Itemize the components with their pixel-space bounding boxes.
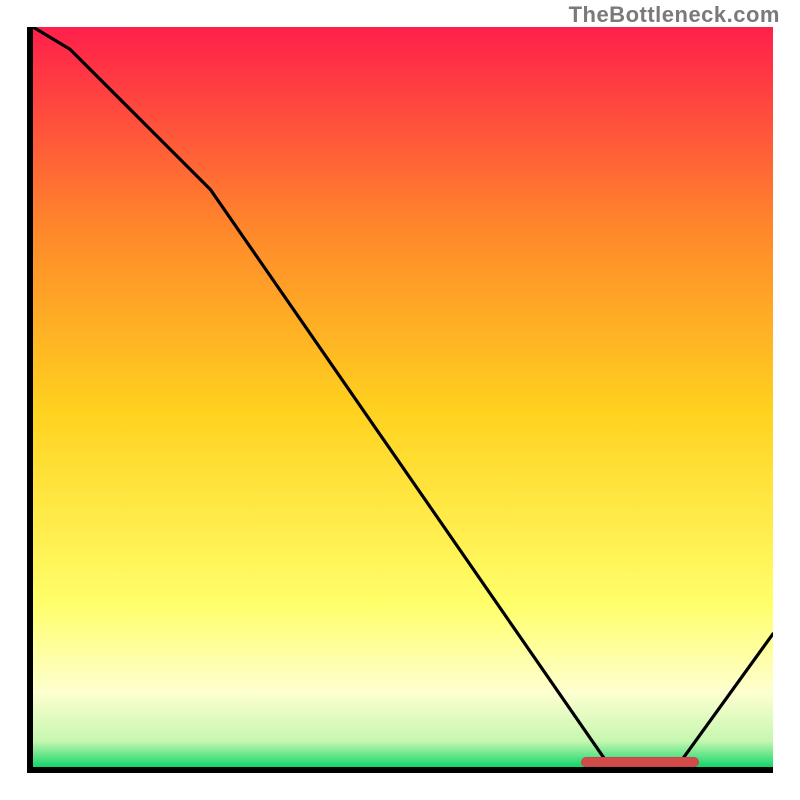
optimal-range-marker xyxy=(581,757,699,767)
gradient-background xyxy=(33,27,773,767)
plot-svg xyxy=(33,27,773,767)
chart-stage: TheBottleneck.com xyxy=(0,0,800,800)
x-axis xyxy=(27,767,773,773)
attribution-text: TheBottleneck.com xyxy=(569,2,780,28)
plot-area xyxy=(33,27,773,767)
